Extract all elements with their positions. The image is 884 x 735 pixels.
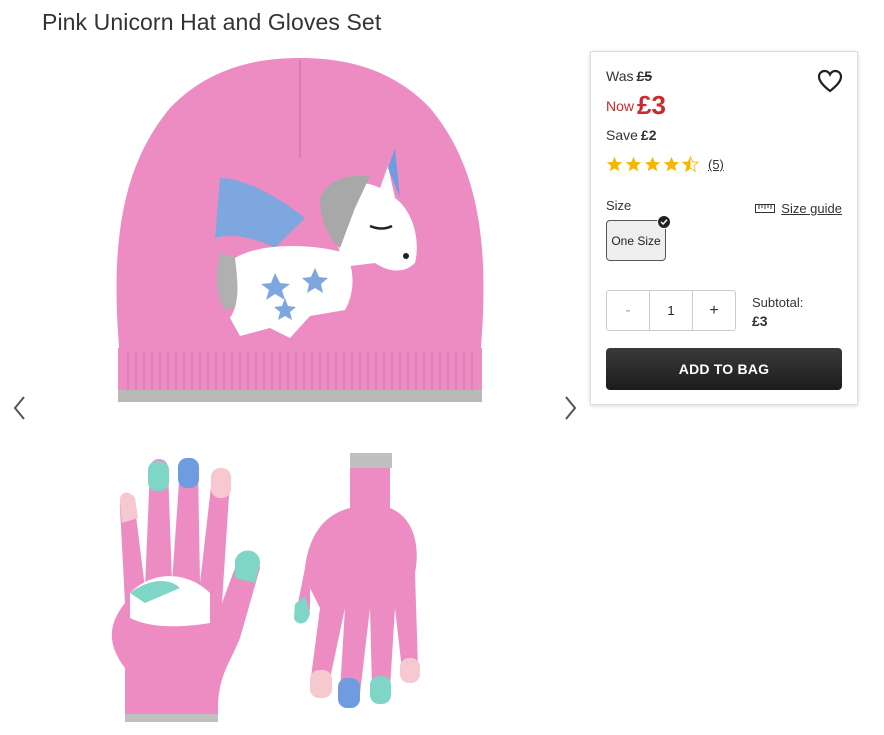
star-half-icon	[682, 156, 699, 173]
subtotal-label: Subtotal:	[752, 295, 804, 310]
chevron-right-icon	[565, 396, 577, 420]
star-full-icon	[606, 156, 623, 172]
save-row: Save £2	[606, 127, 657, 143]
quantity-stepper: - 1 +	[606, 290, 736, 331]
size-label: Size	[606, 198, 632, 213]
now-price: £3	[637, 90, 666, 120]
star-full-icon	[625, 156, 642, 172]
add-to-bag-button[interactable]: ADD TO BAG	[606, 348, 842, 390]
review-count-link[interactable]: (5)	[708, 157, 724, 172]
size-option-label: One Size	[611, 233, 661, 248]
quantity-decrease-button[interactable]: -	[607, 291, 649, 330]
now-label: Now	[606, 98, 635, 114]
product-title: Pink Unicorn Hat and Gloves Set	[42, 9, 382, 35]
size-guide-link[interactable]: Size guide	[755, 201, 842, 216]
gallery-prev-button[interactable]	[8, 393, 32, 423]
was-price-row: Was £5	[606, 68, 652, 84]
was-price: £5	[636, 68, 653, 84]
wishlist-button[interactable]	[817, 69, 843, 93]
now-price-row: Now £3	[606, 90, 666, 121]
right-glove-image	[294, 453, 420, 708]
ruler-icon	[755, 204, 776, 213]
left-glove-image	[111, 458, 260, 722]
star-full-icon	[663, 156, 680, 172]
subtotal: Subtotal: £3	[752, 294, 803, 330]
gallery-next-button[interactable]	[558, 393, 582, 423]
size-option-one-size[interactable]: One Size	[606, 215, 671, 261]
check-icon	[657, 215, 671, 229]
size-guide-text: Size guide	[781, 201, 842, 216]
quantity-increase-button[interactable]: +	[693, 291, 735, 330]
rating: (5)	[606, 156, 724, 173]
purchase-panel: Was £5 Now £3 Save £2 (5) Size Size guide O…	[590, 51, 858, 405]
was-label: Was	[606, 68, 634, 84]
product-gallery	[0, 48, 590, 735]
chevron-left-icon	[13, 396, 25, 420]
subtotal-value: £3	[752, 313, 768, 329]
product-image	[111, 58, 484, 722]
heart-icon	[817, 69, 843, 93]
save-label: Save	[606, 127, 638, 143]
quantity-input[interactable]: 1	[649, 291, 693, 330]
save-amount: £2	[640, 127, 657, 143]
hat-image	[116, 58, 484, 402]
star-full-icon	[644, 156, 661, 172]
